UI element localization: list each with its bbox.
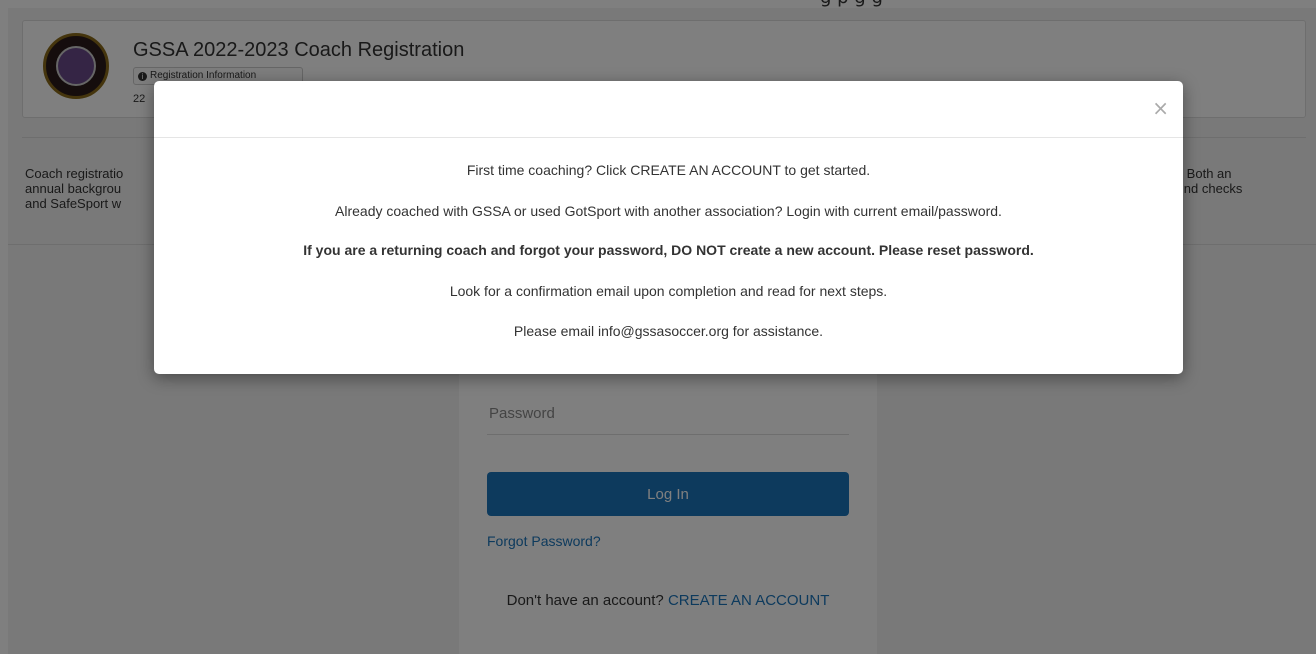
modal-line-already-coached: Already coached with GSSA or used GotSpo… [335, 203, 1002, 219]
modal-header: × [154, 81, 1183, 138]
modal-line-returning-coach: If you are a returning coach and forgot … [303, 242, 1034, 258]
close-button[interactable]: × [1152, 98, 1169, 118]
modal-line-assistance: Please email info@gssasoccer.org for ass… [513, 323, 824, 339]
info-modal: × First time coaching? Click CREATE AN A… [154, 81, 1183, 374]
modal-line-confirmation: Look for a confirmation email upon compl… [449, 283, 888, 299]
modal-line-first-time: First time coaching? Click CREATE AN ACC… [466, 162, 871, 178]
